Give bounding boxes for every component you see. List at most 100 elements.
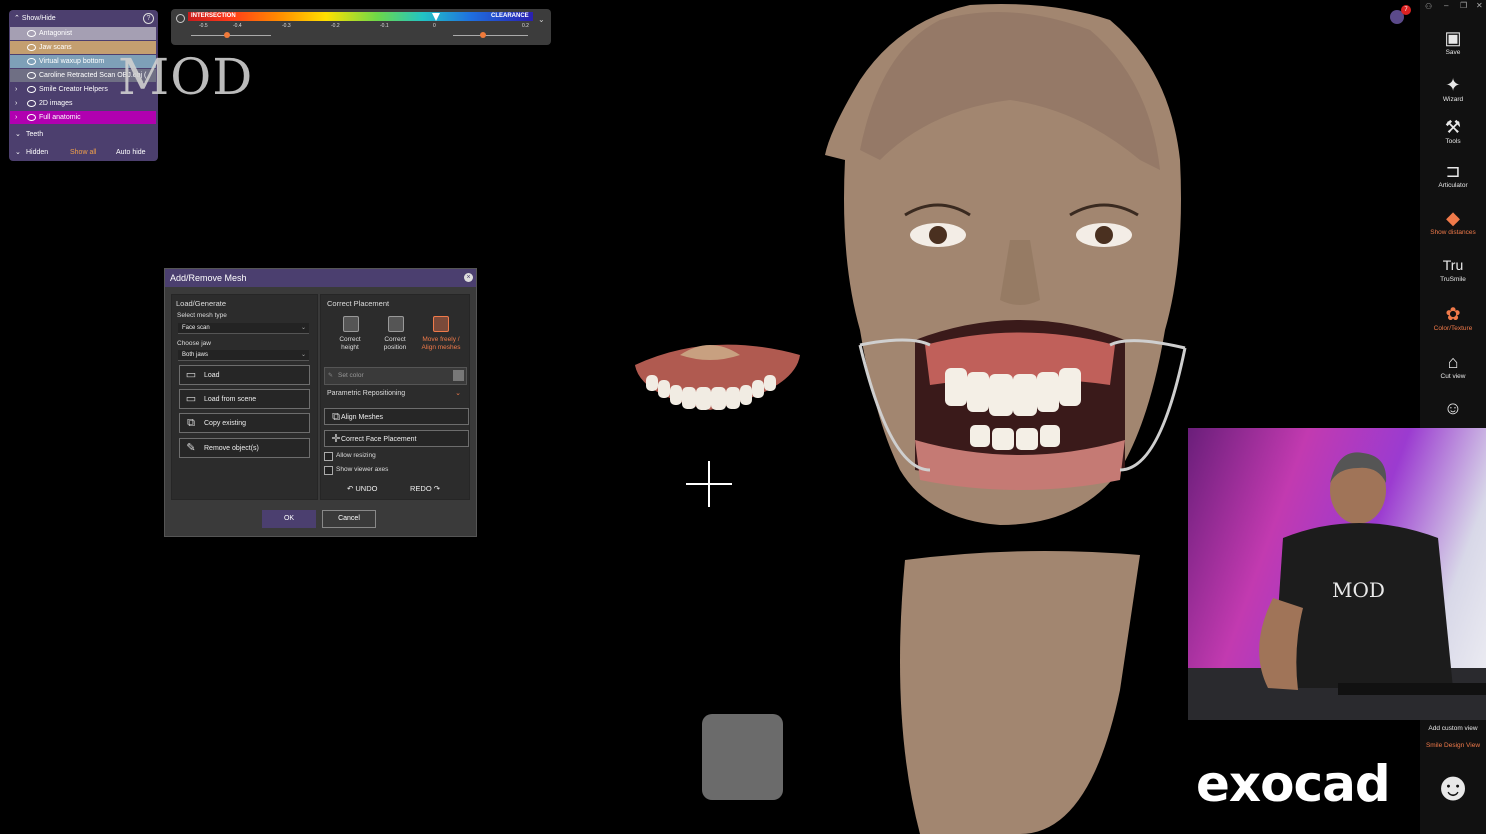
chevron-right-icon[interactable]: › [15, 97, 17, 110]
dialog-title: Add/Remove Mesh [165, 269, 476, 287]
eye-icon[interactable] [27, 100, 36, 107]
allow-resizing-checkbox[interactable] [324, 452, 333, 461]
presenter-video [1188, 452, 1486, 720]
eye-icon[interactable] [27, 72, 36, 79]
auto-hide-toggle[interactable]: Auto hide [116, 146, 146, 159]
load-generate-pane: Load/Generate Select mesh type Face scan… [171, 294, 318, 500]
crosshair-cursor-icon [686, 461, 732, 507]
trusmile-tool[interactable]: Tru TruSmile [1420, 255, 1486, 283]
show-viewer-axes-checkbox[interactable] [324, 466, 333, 475]
jaw-select[interactable]: Both jaws ⌄ [178, 350, 309, 361]
correct-height-icon[interactable] [343, 316, 359, 332]
correct-position-option[interactable]: Correct position [374, 336, 416, 352]
zero-marker-icon [432, 13, 440, 21]
smile-design-view-button[interactable]: Smile Design View [1420, 741, 1486, 749]
restore-icon[interactable]: ❐ [1460, 1, 1467, 10]
set-color-field[interactable]: ✎ Set color [324, 367, 467, 385]
mod-watermark: MOD [118, 48, 254, 106]
group-hidden[interactable]: ⌄ Hidden Show all Auto hide [10, 146, 156, 159]
eye-icon[interactable] [27, 30, 36, 37]
eye-icon[interactable] [27, 114, 36, 121]
help-icon[interactable]: ? [143, 13, 154, 24]
color-texture-tool[interactable]: ✿ Color/Texture [1420, 304, 1486, 332]
chevron-right-icon[interactable]: › [15, 83, 17, 96]
face-icon: ☺ [1443, 398, 1463, 418]
group-teeth[interactable]: ⌄ Teeth [10, 128, 156, 141]
color-swatch[interactable] [453, 370, 464, 381]
placeholder-tile [702, 714, 783, 800]
cut-view-icon: ⌂ [1447, 352, 1459, 372]
show-hide-header[interactable]: ⌃ Show/Hide [14, 14, 56, 22]
paint-icon: ✎ [328, 373, 334, 379]
intersection-label: INTERSECTION [191, 13, 236, 19]
load-from-scene-button[interactable]: ▭ Load from scene [179, 389, 310, 409]
clearance-slider-knob[interactable] [480, 32, 486, 38]
close-icon[interactable]: × [464, 273, 473, 282]
webcam-video-inset: MOD [1188, 428, 1486, 720]
user-icon[interactable]: ⚇ [1425, 2, 1432, 11]
dental-arch-model[interactable] [610, 335, 810, 415]
redo-button[interactable]: REDO ↷ [410, 484, 440, 493]
reset-icon[interactable] [176, 14, 185, 23]
align-meshes-button[interactable]: ⧉ Align Meshes [324, 408, 469, 425]
notification-count-badge: 7 [1401, 5, 1411, 15]
cad-folder-icon: ▭ [185, 393, 197, 405]
redo-icon: ↷ [431, 484, 441, 493]
group-full-anatomic[interactable]: › Full anatomic [10, 111, 156, 124]
parametric-repositioning-dropdown[interactable]: Parametric Repositioning ⌄ [324, 387, 467, 401]
correct-face-placement-button[interactable]: ✛ Correct Face Placement [324, 430, 469, 447]
cut-view-tool[interactable]: ⌂ Cut view [1420, 352, 1486, 380]
chevron-down-icon: ⌄ [300, 325, 306, 331]
remove-objects-button[interactable]: ✎ Remove object(s) [179, 438, 310, 458]
ok-button[interactable]: OK [262, 510, 316, 528]
distances-icon: ◆ [1446, 208, 1460, 228]
save-tool[interactable]: ▣ Save [1420, 28, 1486, 56]
intersection-slider-track[interactable] [191, 35, 271, 36]
smile-design-icon[interactable]: ☻ [1420, 762, 1486, 812]
chevron-down-icon: ⌄ [455, 390, 461, 397]
wizard-icon: ✦ [1445, 75, 1461, 95]
scene-item-antagonist[interactable]: Antagonist [10, 27, 156, 40]
copy-existing-button[interactable]: ⧉ Copy existing [179, 413, 310, 433]
eye-icon[interactable] [27, 58, 36, 65]
color-gradient [188, 12, 533, 21]
tools-icon: ⚒ [1444, 117, 1462, 137]
clearance-slider-track[interactable] [453, 35, 528, 36]
eye-icon[interactable] [27, 86, 36, 93]
chevron-right-icon[interactable]: › [15, 111, 17, 124]
undo-button[interactable]: ↶ UNDO [347, 484, 377, 493]
correct-height-option[interactable]: Correct height [329, 336, 371, 352]
broom-icon: ✎ [186, 442, 196, 454]
face-view-tool[interactable]: ☺ [1420, 398, 1486, 418]
correct-placement-pane: Correct Placement Correct height Correct p… [320, 294, 470, 500]
minimize-icon[interactable]: ‒ [1444, 1, 1448, 10]
load-button[interactable]: ▭ Load [179, 365, 310, 385]
close-window-icon[interactable]: ✕ [1476, 1, 1483, 10]
palette-icon: ✿ [1445, 304, 1461, 324]
chevron-down-icon: ⌄ [300, 352, 306, 358]
shirt-logo: MOD [1332, 578, 1385, 602]
wizard-tool[interactable]: ✦ Wizard [1420, 75, 1486, 103]
chevron-down-icon[interactable]: ⌄ [538, 15, 545, 24]
face-rays-icon: ☻ [1431, 765, 1475, 809]
show-all-link[interactable]: Show all [70, 146, 96, 159]
face-scan-3d[interactable] [820, 0, 1200, 834]
folder-icon: ▭ [185, 369, 197, 381]
exocad-logo: exocad [1196, 755, 1391, 813]
move-freely-option[interactable]: Move freely / Align meshes [417, 336, 465, 352]
add-remove-mesh-dialog: Add/Remove Mesh × Load/Generate Select m… [164, 268, 477, 537]
tools-tool[interactable]: ⚒ Tools [1420, 117, 1486, 145]
eye-icon[interactable] [27, 44, 36, 51]
show-distances-tool[interactable]: ◆ Show distances [1420, 208, 1486, 236]
intersection-slider-knob[interactable] [224, 32, 230, 38]
mesh-type-select[interactable]: Face scan ⌄ [178, 323, 309, 334]
clearance-label: CLEARANCE [491, 13, 529, 19]
add-custom-view-button[interactable]: Add custom view [1420, 724, 1486, 732]
distance-colorbar: INTERSECTION CLEARANCE -0.5 -0.4 -0.3 -0… [171, 9, 551, 45]
articulator-tool[interactable]: ⊐ Articulator [1420, 161, 1486, 189]
correct-position-icon[interactable] [388, 316, 404, 332]
move-freely-icon[interactable] [433, 316, 449, 332]
copy-teeth-icon: ⧉ [187, 417, 195, 429]
cancel-button[interactable]: Cancel [322, 510, 376, 528]
trusmile-icon: Tru [1442, 257, 1464, 273]
